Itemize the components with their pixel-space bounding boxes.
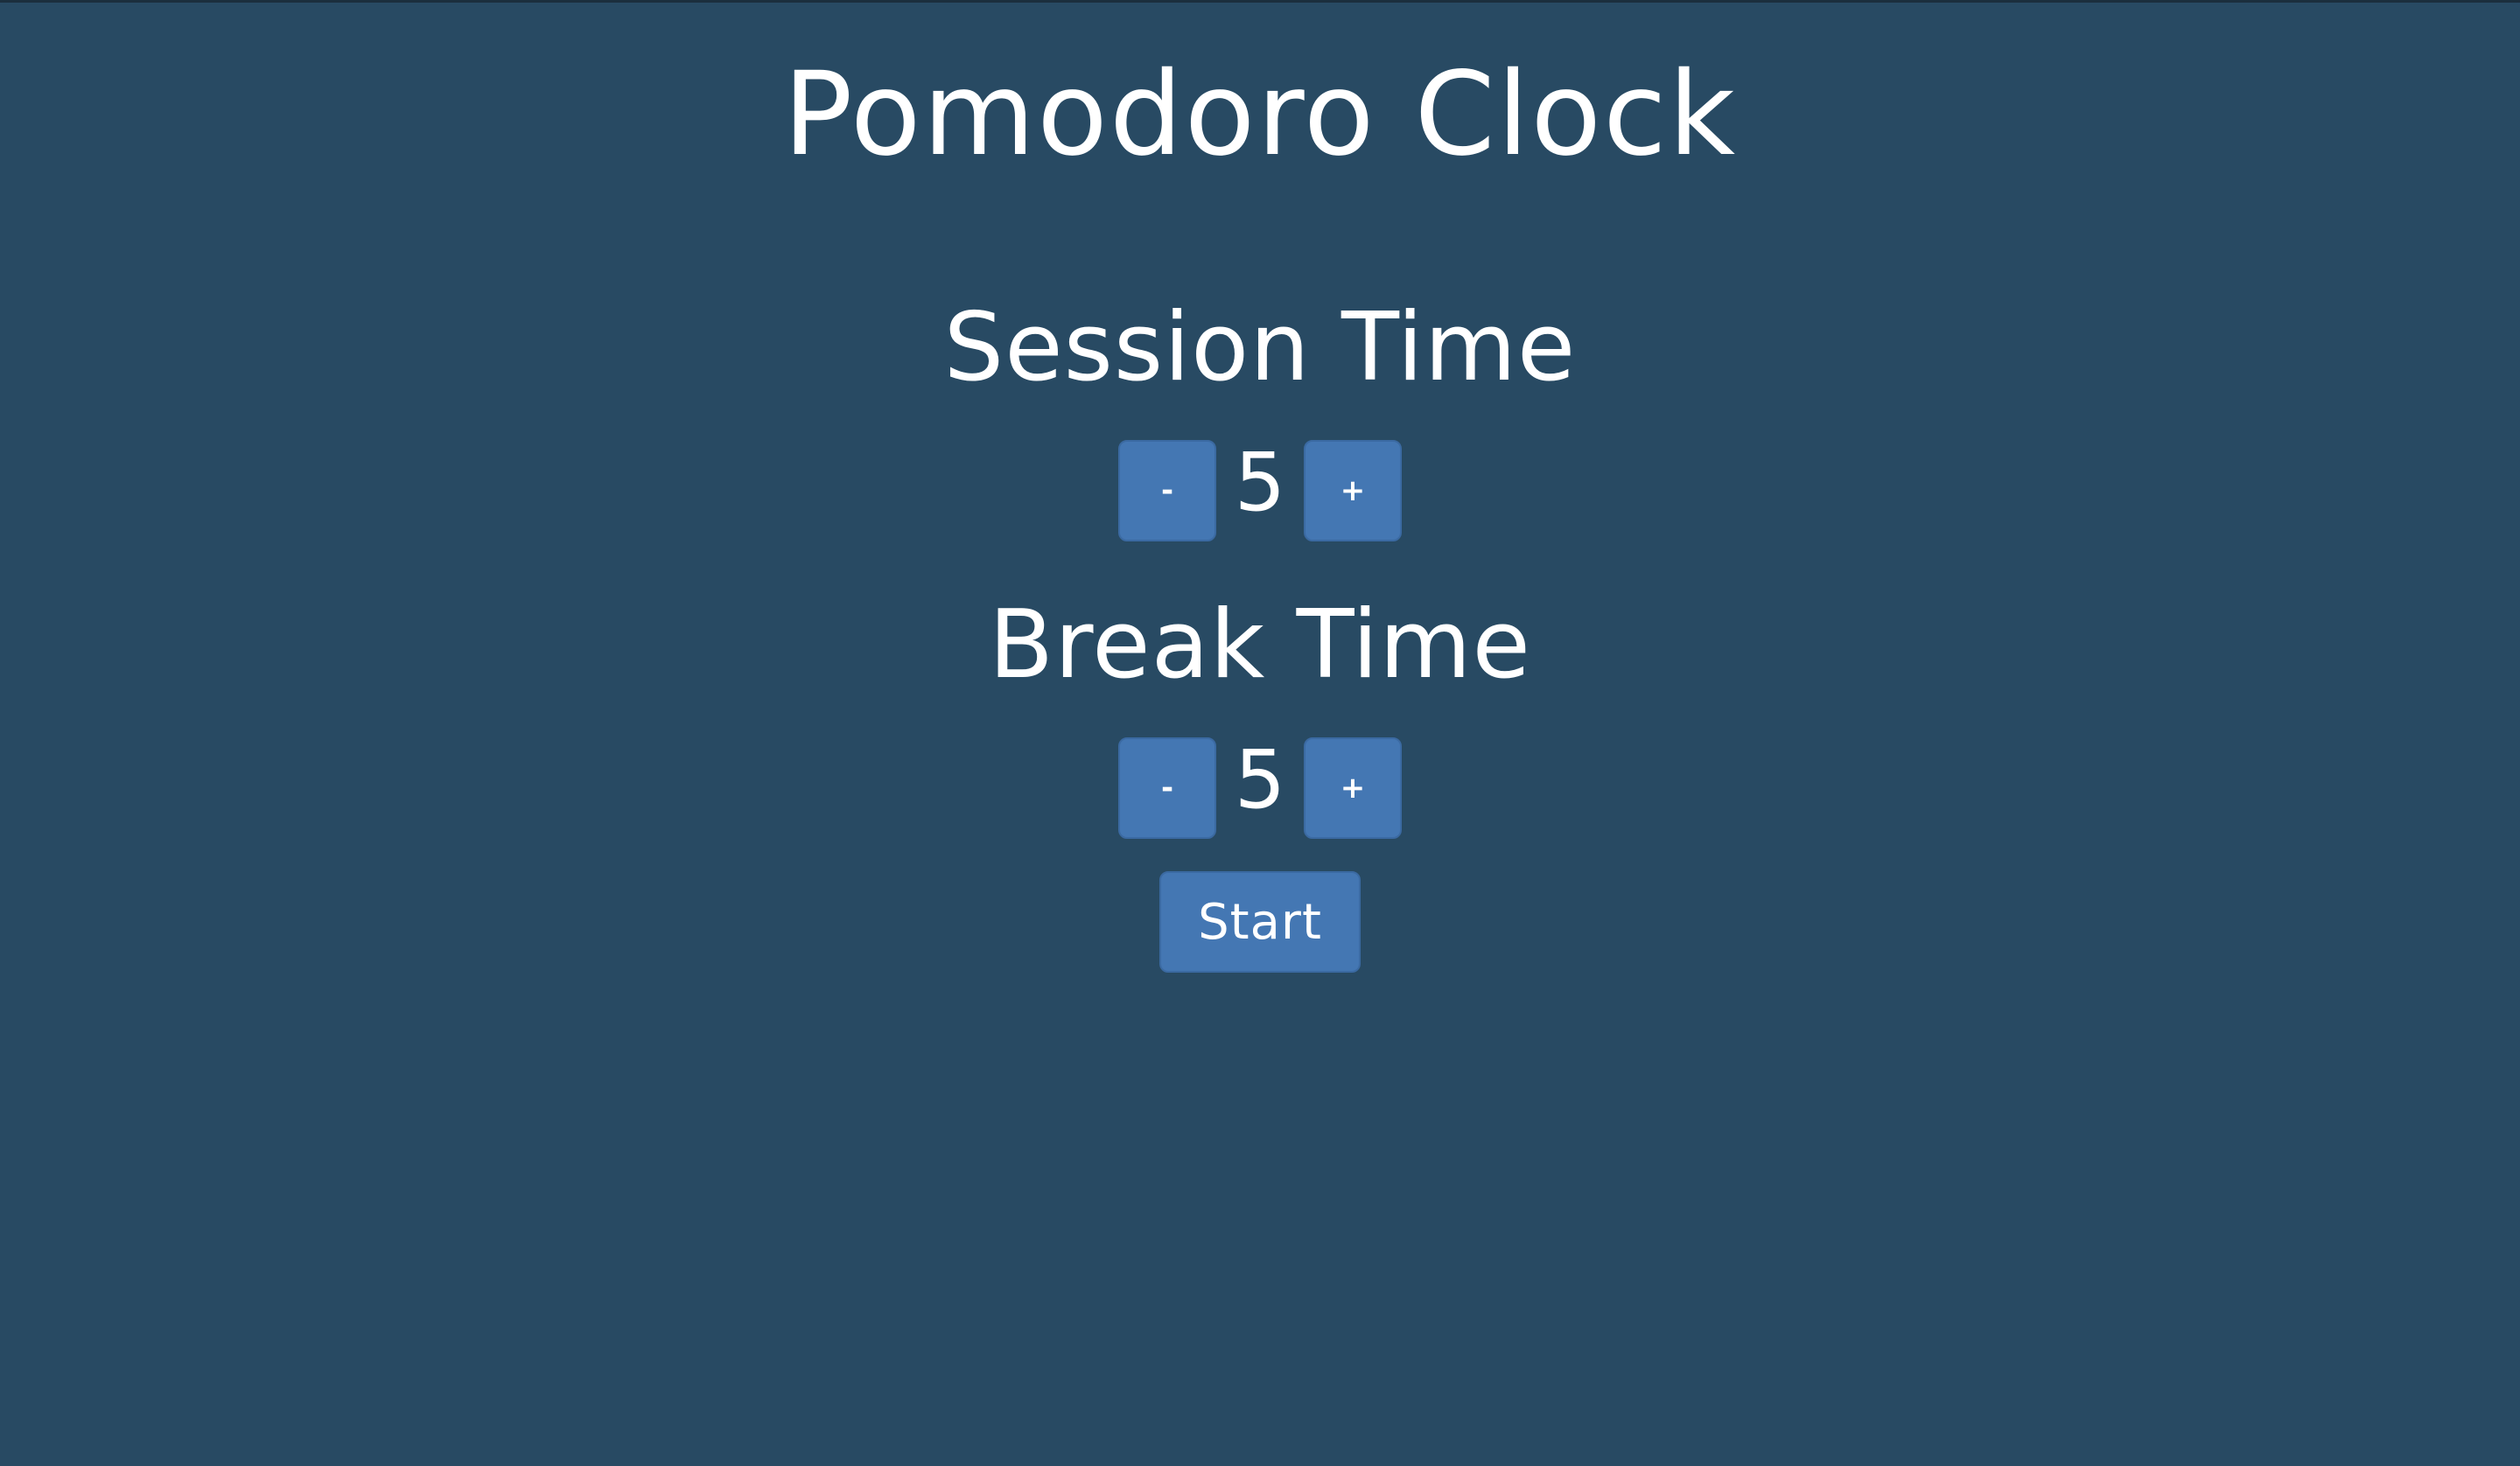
- session-increment-button[interactable]: +: [1304, 440, 1402, 541]
- break-increment-button[interactable]: +: [1304, 737, 1402, 839]
- session-controls: - 5 +: [0, 440, 2520, 543]
- session-time-heading: Session Time: [943, 293, 1577, 402]
- session-time-value: 5: [1234, 436, 1286, 529]
- start-button[interactable]: Start: [1159, 871, 1361, 973]
- page-title: Pomodoro Clock: [782, 47, 1738, 182]
- break-time-heading: Break Time: [989, 590, 1531, 700]
- session-decrement-button[interactable]: -: [1118, 440, 1216, 541]
- break-decrement-button[interactable]: -: [1118, 737, 1216, 839]
- break-controls: - 5 +: [0, 737, 2520, 841]
- break-time-value: 5: [1234, 733, 1286, 827]
